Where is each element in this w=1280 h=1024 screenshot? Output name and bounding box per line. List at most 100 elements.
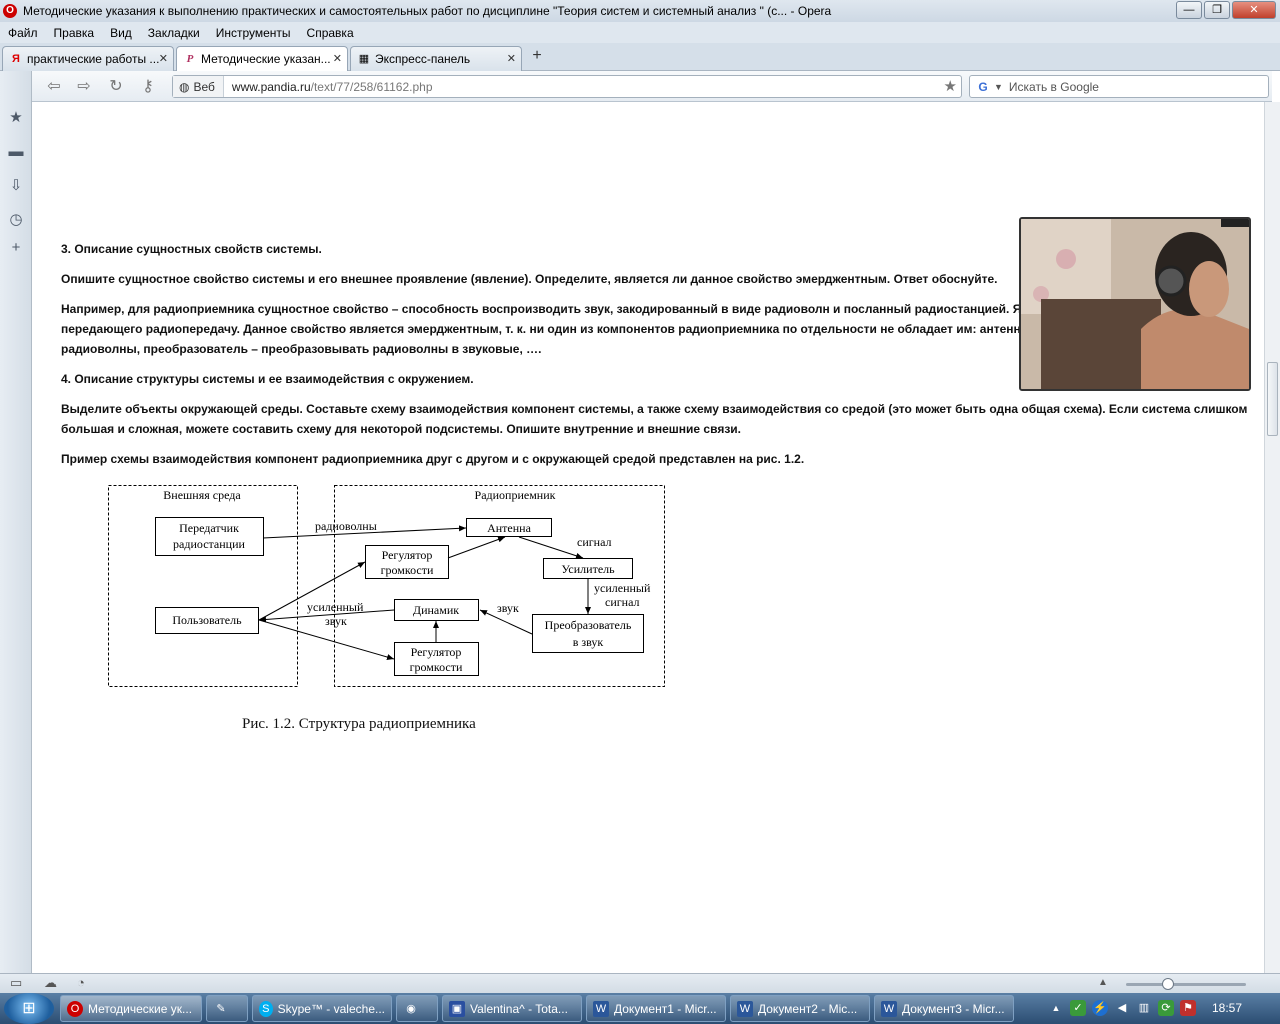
menu-tools[interactable]: Инструменты — [208, 26, 299, 40]
label-amp-signal-1: усиленный — [594, 581, 651, 595]
tab-methodical[interactable]: P Методические указан... ✕ — [176, 46, 348, 71]
taskbar-item-opera[interactable]: O Методические ук... — [60, 995, 202, 1022]
tab-close-icon[interactable]: ✕ — [333, 52, 342, 65]
tab-bar: Я практические работы ... ✕ P Методическ… — [0, 43, 1280, 71]
search-input[interactable]: Искать в Google — [1009, 80, 1099, 94]
show-hidden-icons-icon[interactable]: ▲ — [1048, 1000, 1064, 1016]
figure-caption: Рис. 1.2. Структура радиоприемника — [242, 716, 476, 732]
panel-toggle-icon[interactable]: ▭ — [10, 975, 22, 991]
menu-view[interactable]: Вид — [102, 26, 140, 40]
address-badge[interactable]: ◍ Веб — [173, 76, 224, 97]
paragraph: Опишите сущностное свойство системы и ег… — [61, 272, 998, 286]
wand-key-icon[interactable]: ⚷ — [138, 77, 158, 97]
paragraph: передающего радиопередачу. Данное свойст… — [61, 322, 1038, 336]
address-bar[interactable]: ◍ Веб www.pandia.ru/text/77/258/61162.php… — [172, 75, 962, 98]
external-environment-box — [108, 485, 298, 687]
zoom-slider[interactable] — [1126, 978, 1246, 990]
navigation-bar: ⇦ ⇨ ↻ ⚷ ◍ Веб www.pandia.ru/text/77/258/6… — [32, 71, 1272, 102]
google-icon[interactable]: G — [975, 79, 991, 95]
word-icon: W — [593, 1000, 609, 1017]
taskbar-item-doc1[interactable]: W Документ1 - Micr... — [586, 995, 726, 1022]
volume-speaker-icon[interactable]: ◀ — [1114, 1000, 1130, 1016]
tab-label: Экспресс-панель — [375, 52, 471, 66]
new-tab-button[interactable]: + — [528, 48, 546, 66]
yandex-icon: Я — [12, 53, 20, 65]
windows-taskbar: ⊞ O Методические ук... ✎ S Skype™ - vale… — [0, 993, 1280, 1024]
vertical-scrollbar[interactable] — [1264, 102, 1280, 973]
antivirus-shield-icon[interactable]: ✓ — [1070, 1000, 1086, 1016]
section-3-heading: 3. Описание сущностных свойств системы. — [61, 242, 322, 256]
system-clock[interactable]: 18:57 — [1212, 1001, 1242, 1015]
menu-file[interactable]: Файл — [0, 26, 46, 40]
tab-label: практические работы ... — [27, 52, 160, 66]
notes-icon[interactable]: ▬ — [7, 143, 25, 161]
globe-icon: ◍ — [179, 79, 190, 94]
radio-structure-diagram: Внешняя среда Радиоприемник Передатчик р… — [108, 485, 665, 687]
opera-logo-icon: O — [3, 4, 17, 18]
search-box[interactable]: G ▼ Искать в Google — [969, 75, 1269, 98]
chevron-down-icon[interactable]: ▼ — [994, 82, 1003, 92]
opera-unite-cloud-icon[interactable]: ☁ — [44, 975, 57, 991]
pandia-icon: P — [186, 53, 194, 65]
add-panel-icon[interactable]: + — [7, 239, 25, 257]
update-icon[interactable]: ⟳ — [1158, 1000, 1174, 1016]
tab-speed-dial[interactable]: ▦ Экспресс-панель ✕ — [350, 46, 522, 71]
reload-icon[interactable]: ↻ — [106, 77, 126, 97]
amplifier-label: Усилитель — [561, 562, 615, 576]
taskbar-item-doc3[interactable]: W Документ3 - Micr... — [874, 995, 1014, 1022]
scrollbar-thumb[interactable] — [1267, 362, 1278, 436]
history-clock-icon[interactable]: ◷ — [7, 211, 25, 229]
opera-icon: O — [67, 1000, 83, 1017]
menu-edit[interactable]: Правка — [46, 26, 103, 40]
bookmark-star-icon[interactable]: ★ — [944, 77, 957, 95]
maximize-button[interactable]: ❐ — [1204, 1, 1230, 19]
webcam-video-overlay[interactable] — [1019, 217, 1251, 391]
taskbar-item-pen[interactable]: ✎ — [206, 995, 248, 1022]
webcam-person-image — [1021, 219, 1249, 389]
env-title: Внешняя среда — [163, 488, 241, 502]
menu-bookmarks[interactable]: Закладки — [140, 26, 208, 40]
taskbar-item-skype[interactable]: S Skype™ - valeche... — [252, 995, 392, 1022]
tab-close-icon[interactable]: ✕ — [507, 52, 516, 65]
volume2-label-1: Регулятор — [411, 645, 462, 659]
speaker-label: Динамик — [413, 603, 459, 617]
taskbar-item-doc2[interactable]: W Документ2 - Mic... — [730, 995, 870, 1022]
taskbar-item-app[interactable]: ◉ — [396, 995, 438, 1022]
tab-close-icon[interactable]: ✕ — [159, 52, 168, 65]
edge-volume1-antenna — [447, 536, 506, 559]
flag-notification-icon[interactable]: ⚑ — [1180, 1000, 1196, 1016]
minimize-button[interactable]: — — [1176, 1, 1202, 19]
word-icon: W — [737, 1000, 753, 1017]
speed-dial-icon: ▦ — [358, 53, 370, 65]
menu-help[interactable]: Справка — [299, 26, 362, 40]
section-4-heading: 4. Описание структуры системы и ее взаим… — [61, 372, 474, 386]
back-arrow-icon[interactable]: ⇦ — [44, 77, 64, 97]
pen-icon: ✎ — [216, 1002, 226, 1015]
close-button[interactable]: ✕ — [1232, 1, 1276, 19]
view-up-arrow-icon[interactable]: ▲ — [1098, 977, 1108, 988]
edge-antenna-amplifier — [518, 536, 584, 559]
windows-start-icon[interactable]: ⊞ — [4, 993, 54, 1024]
zoom-slider-knob[interactable] — [1162, 978, 1174, 990]
forward-arrow-icon[interactable]: ⇨ — [74, 77, 94, 97]
window-controls: — ❐ ✕ — [1176, 1, 1276, 19]
user-label: Пользователь — [172, 613, 242, 627]
antenna-label: Антенна — [487, 521, 532, 535]
power-icon[interactable]: ⚡ — [1092, 1000, 1108, 1016]
window-titlebar: O Методические указания к выполнению пра… — [0, 0, 1280, 22]
label-amp-sound-2: звук — [325, 614, 347, 628]
window-title: Методические указания к выполнению практ… — [23, 4, 832, 18]
paragraph: большая и сложная, можете составить схем… — [61, 422, 741, 436]
system-tray: ▲ ✓ ⚡ ◀ ▥ ⟳ ⚑ — [1040, 993, 1280, 1024]
app-icon: ◉ — [406, 1002, 416, 1015]
taskbar-item-total[interactable]: ▣ Valentina^ - Tota... — [442, 995, 582, 1022]
downloads-icon[interactable]: ⇩ — [7, 177, 25, 195]
tab-practical-works[interactable]: Я практические работы ... ✕ — [2, 46, 174, 71]
network-icon[interactable]: ▥ — [1136, 1000, 1152, 1016]
turbo-gauge-icon[interactable]: ◔ — [77, 975, 85, 990]
address-url[interactable]: www.pandia.ru/text/77/258/61162.php — [224, 80, 433, 94]
converter-label-2: в звук — [573, 635, 604, 649]
word-icon: W — [881, 1000, 897, 1017]
panel-sidebar: ★ ▬ ⇩ ◷ + — [0, 71, 32, 973]
bookmarks-star-icon[interactable]: ★ — [7, 109, 25, 127]
